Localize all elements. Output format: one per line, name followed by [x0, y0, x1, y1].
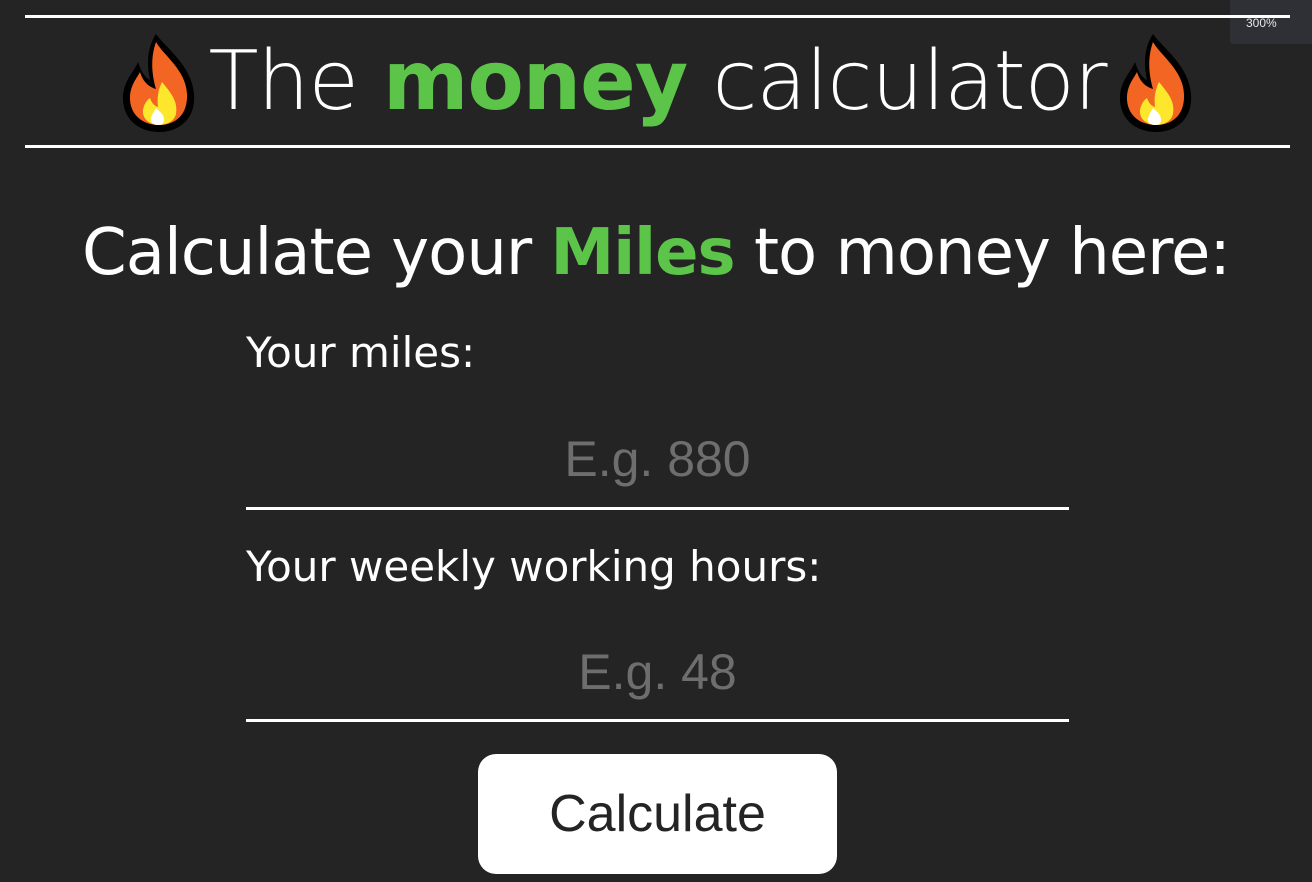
heading-prefix: Calculate your [82, 216, 551, 290]
flame-icon [123, 33, 195, 132]
header-row: The money calculator [25, 18, 1290, 145]
title-suffix: calculator [687, 33, 1107, 129]
hours-input[interactable] [246, 624, 1069, 722]
title-prefix: The [208, 33, 384, 129]
section-heading: Calculate your Miles to money here: [0, 218, 1312, 288]
heading-highlight: Miles [550, 216, 736, 290]
page-header: The money calculator [25, 15, 1290, 148]
title-highlight: money [383, 33, 688, 129]
calculate-button[interactable]: Calculate [478, 754, 837, 874]
hours-label: Your weekly working hours: [246, 542, 822, 591]
flame-icon [1119, 33, 1191, 132]
heading-suffix: to money here: [734, 216, 1231, 290]
miles-input[interactable] [246, 410, 1069, 510]
miles-label: Your miles: [246, 328, 476, 377]
page-title: The money calculator [208, 40, 1107, 123]
